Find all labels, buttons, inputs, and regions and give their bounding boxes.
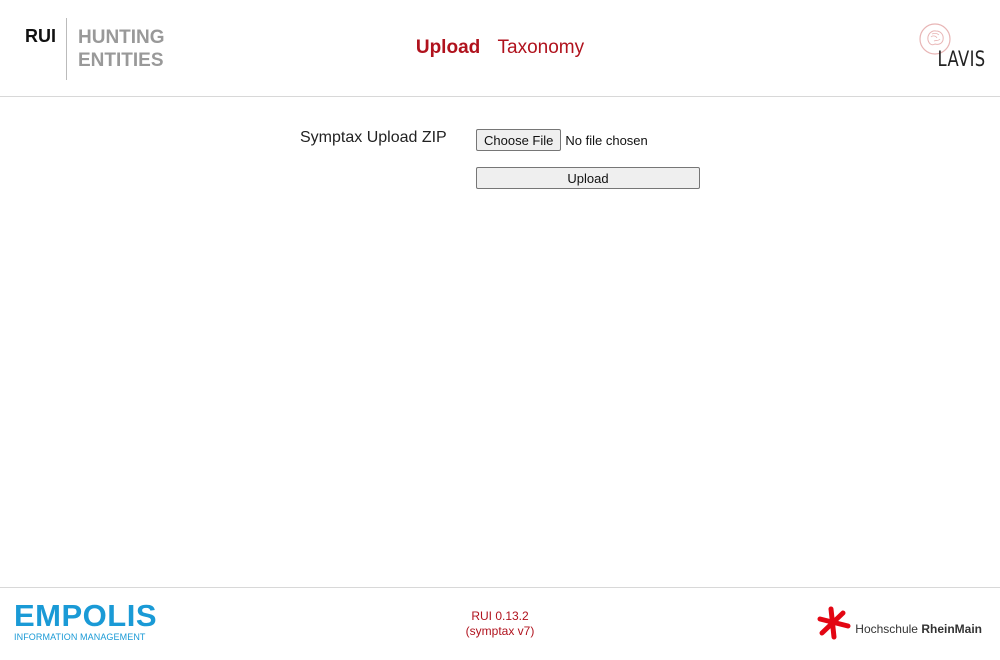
university-prefix: Hochschule bbox=[855, 622, 918, 636]
nav-taxonomy-link[interactable]: Taxonomy bbox=[498, 37, 585, 58]
page-footer: EMPOLIS INFORMATION MANAGEMENT RUI 0.13.… bbox=[0, 587, 1000, 660]
file-status-text: No file chosen bbox=[565, 132, 648, 148]
choose-file-button[interactable]: Choose File bbox=[476, 129, 562, 151]
upload-button[interactable]: Upload bbox=[476, 167, 700, 189]
lavis-logo: LAVIS bbox=[916, 22, 986, 72]
university-name: Hochschule RheinMain bbox=[855, 622, 982, 636]
file-input[interactable]: Choose File No file chosen bbox=[476, 129, 648, 151]
university-logo[interactable]: Hochschule RheinMain bbox=[817, 606, 982, 640]
nav-upload-link[interactable]: Upload bbox=[416, 37, 480, 58]
upload-field-label: Symptax Upload ZIP bbox=[300, 129, 447, 146]
page-header: RUI HUNTING ENTITIES Upload Taxonomy LAV… bbox=[0, 0, 1000, 97]
main-nav: Upload Taxonomy bbox=[0, 37, 1000, 59]
lavis-logo-text: LAVIS bbox=[937, 47, 986, 71]
university-name-bold: RheinMain bbox=[921, 622, 982, 636]
asterisk-icon bbox=[817, 606, 851, 640]
